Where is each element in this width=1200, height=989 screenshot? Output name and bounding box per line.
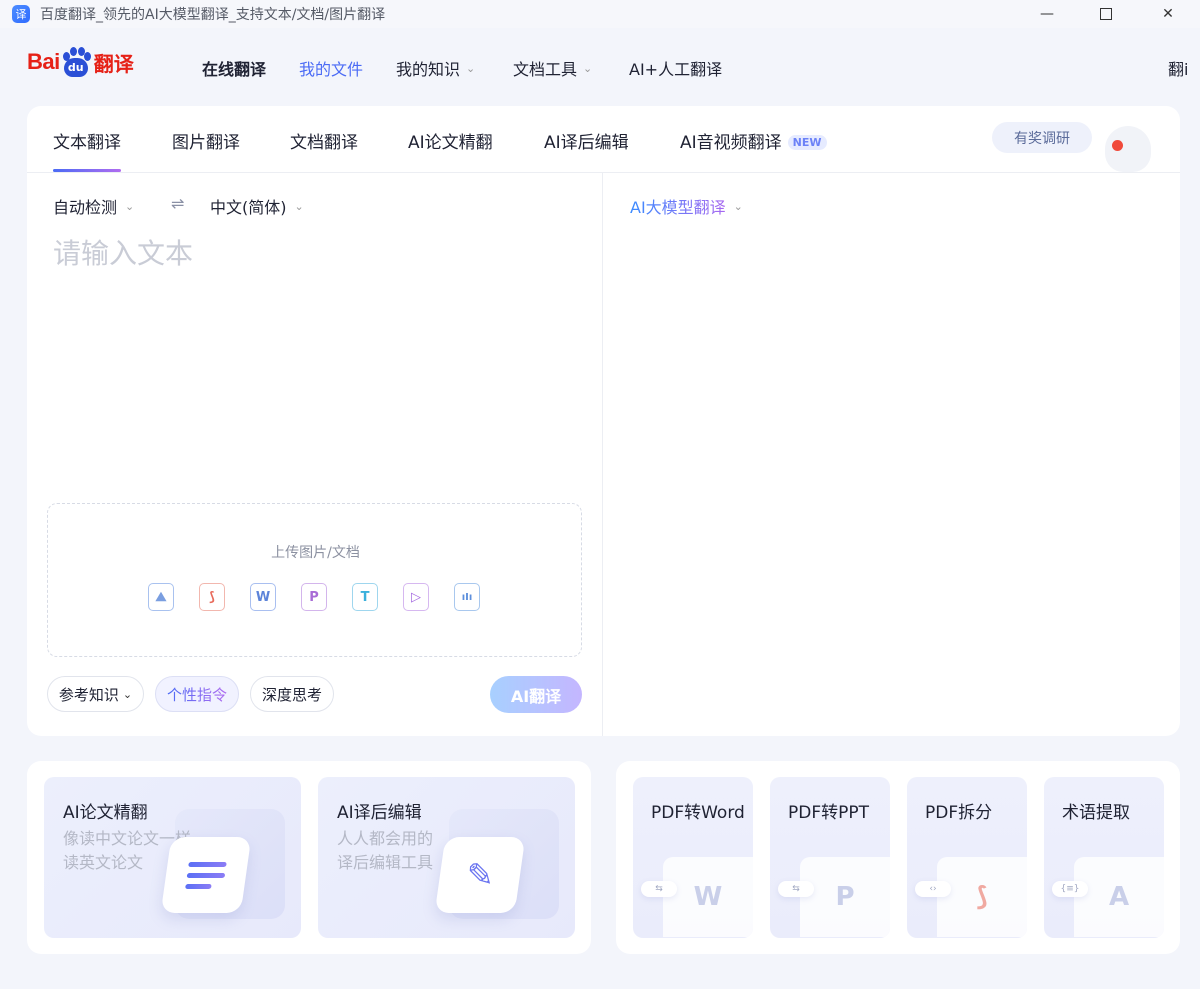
audio-file-icon[interactable]: ıIı (454, 583, 480, 611)
tool-pdf-split[interactable]: PDF拆分 ⟆ ‹› (907, 777, 1027, 938)
file-type-icons: ⛰ ⟆ W P T ▷ ıIı (148, 583, 480, 611)
logo-du: du (63, 58, 88, 77)
top-navigation: Bai du 翻译 在线翻译 我的文件 我的知识 ⌄ 文档工具 ⌄ AI+人工翻译 … (0, 40, 1200, 94)
nav-doc-tools[interactable]: 文档工具 ⌄ (513, 56, 592, 80)
promo-title: AI论文精翻 (63, 803, 148, 823)
minimize-button[interactable]: — (1019, 0, 1075, 28)
tool-pdf-to-word[interactable]: PDF转Word W ⇆ (633, 777, 753, 938)
promo-title: AI译后编辑 (337, 803, 422, 823)
tab-ai-post-edit[interactable]: AI译后编辑 (544, 128, 629, 153)
chevron-down-icon: ⌄ (125, 199, 135, 213)
tab-image-translate[interactable]: 图片翻译 (172, 128, 240, 153)
word-file-icon[interactable]: W (250, 583, 276, 611)
translate-tabs: 文本翻译 图片翻译 文档翻译 AI论文精翻 AI译后编辑 AI音视频翻译 NEW … (27, 106, 1180, 173)
nav-my-knowledge[interactable]: 我的知识 ⌄ (396, 56, 475, 80)
logo-fanyi: 翻译 (93, 51, 134, 76)
new-badge: NEW (787, 135, 827, 150)
swap-languages-icon[interactable]: ⇌ (171, 194, 184, 213)
upload-dropzone[interactable]: 上传图片/文档 ⛰ ⟆ W P T ▷ ıIı (47, 503, 582, 657)
source-text-input[interactable] (53, 232, 573, 492)
mascot-icon[interactable] (1099, 120, 1155, 172)
reference-knowledge-chip[interactable]: 参考知识 ⌄ (47, 676, 144, 712)
tool-pdf-to-ppt[interactable]: PDF转PPT P ⇆ (770, 777, 890, 938)
chevron-down-icon: ⌄ (733, 199, 743, 213)
close-icon: ✕ (1162, 6, 1174, 22)
document-icon (160, 837, 252, 913)
text-file-icon[interactable]: T (352, 583, 378, 611)
chevron-down-icon: ⌄ (294, 199, 304, 213)
ai-translate-button[interactable]: AI翻译 (490, 676, 582, 713)
doc-tools-section: PDF转Word W ⇆ PDF转PPT P ⇆ PDF拆分 ⟆ ‹› 术语提取… (616, 761, 1180, 954)
paw-icon: du (61, 47, 91, 77)
chevron-icon: ⌄ (466, 61, 476, 75)
tool-term-extraction[interactable]: 术语提取 A {≡} (1044, 777, 1164, 938)
video-file-icon[interactable]: ▷ (403, 583, 429, 611)
upload-label: 上传图片/文档 (271, 545, 360, 561)
pdf-file-icon[interactable]: ⟆ (199, 583, 225, 611)
tab-ai-paper[interactable]: AI论文精翻 (408, 128, 493, 153)
tab-text-translate[interactable]: 文本翻译 (53, 128, 121, 172)
translator-panel: 文本翻译 图片翻译 文档翻译 AI论文精翻 AI译后编辑 AI音视频翻译 NEW … (27, 106, 1180, 736)
model-select[interactable]: AI大模型翻译 ⌄ (630, 194, 743, 218)
nav-ai-human-translate[interactable]: AI+人工翻译 (629, 56, 722, 80)
ppt-doc-icon: P (800, 857, 890, 937)
pdf-doc-icon: ⟆ (937, 857, 1027, 937)
app-icon: 译 (12, 5, 30, 23)
panel-divider (602, 173, 603, 736)
pen-edit-icon: ✎ (434, 837, 526, 913)
minimize-icon: — (1040, 6, 1054, 22)
source-language-select[interactable]: 自动检测 ⌄ (53, 194, 134, 218)
baidu-fanyi-logo[interactable]: Bai du 翻译 (27, 44, 134, 80)
extract-icon: {≡} (1052, 881, 1088, 897)
nav-cutoff-item[interactable]: 翻i (1168, 56, 1188, 80)
nav-online-translate[interactable]: 在线翻译 (202, 56, 266, 80)
close-button[interactable]: ✕ (1140, 0, 1196, 28)
logo-bai: Bai (27, 49, 60, 74)
maximize-button[interactable] (1078, 0, 1134, 28)
font-doc-icon: A (1074, 857, 1164, 937)
split-icon: ‹› (915, 881, 951, 897)
survey-button[interactable]: 有奖调研 (992, 122, 1092, 153)
deep-thinking-chip[interactable]: 深度思考 (250, 676, 334, 712)
chevron-down-icon: ⌄ (583, 61, 593, 75)
chevron-down-icon: ⌄ (122, 687, 133, 701)
convert-icon: ⇆ (778, 881, 814, 897)
promo-ai-post-edit-card[interactable]: AI译后编辑 人人都会用的 译后编辑工具 ✎ (318, 777, 575, 938)
window-titlebar: 译 百度翻译_领先的AI大模型翻译_支持文本/文档/图片翻译 — ✕ (0, 0, 1200, 28)
tab-ai-av-translate[interactable]: AI音视频翻译 NEW (680, 128, 827, 153)
ppt-file-icon[interactable]: P (301, 583, 327, 611)
image-file-icon[interactable]: ⛰ (148, 583, 174, 611)
promo-ai-paper-card[interactable]: AI论文精翻 像读中文论文一样 读英文论文 (44, 777, 301, 938)
window-title: 百度翻译_领先的AI大模型翻译_支持文本/文档/图片翻译 (40, 7, 386, 23)
convert-icon: ⇆ (641, 881, 677, 897)
promo-section: AI论文精翻 像读中文论文一样 读英文论文 AI译后编辑 人人都会用的 译后编辑工具… (27, 761, 591, 954)
target-language-select[interactable]: 中文(简体) ⌄ (210, 194, 304, 218)
persona-instruction-chip[interactable]: 个性指令 (155, 676, 239, 712)
tab-document-translate[interactable]: 文档翻译 (290, 128, 358, 153)
word-doc-icon: W (663, 857, 753, 937)
maximize-icon (1100, 8, 1112, 20)
nav-my-files[interactable]: 我的文件 (299, 56, 363, 80)
